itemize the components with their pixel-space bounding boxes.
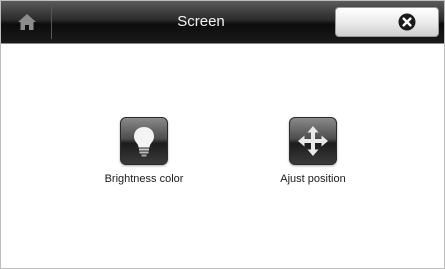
brightness-color-tile[interactable]: Brightness color xyxy=(79,117,209,227)
home-button[interactable] xyxy=(3,5,52,39)
window-title: Screen xyxy=(177,13,225,30)
screen-settings-window: Screen Brightness color Ajust position xyxy=(0,0,445,269)
home-icon xyxy=(18,14,36,30)
brightness-color-label: Brightness color xyxy=(104,173,184,185)
brightness-color-button[interactable] xyxy=(120,117,168,165)
adjust-position-button[interactable] xyxy=(289,117,337,165)
adjust-position-tile[interactable]: Ajust position xyxy=(248,117,378,227)
four-way-arrows-icon xyxy=(298,126,328,156)
adjust-position-label: Ajust position xyxy=(280,173,346,185)
title-bar: Screen xyxy=(1,1,444,44)
light-bulb-icon xyxy=(134,127,154,157)
close-button[interactable] xyxy=(335,7,439,37)
close-circle-icon xyxy=(398,13,416,31)
